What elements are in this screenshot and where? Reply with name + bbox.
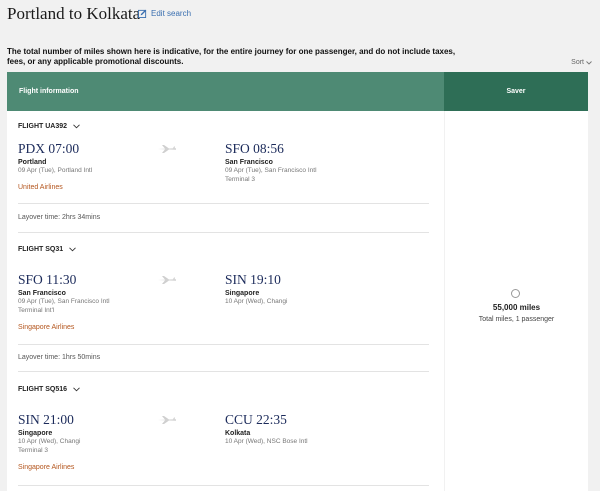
arrival-city: Singapore: [225, 290, 260, 297]
divider: [18, 371, 429, 372]
arrival-detail: 10 Apr (Wed), NSC Bose Intl: [225, 438, 308, 445]
departure-detail: 09 Apr (Tue), San Francisco Intl: [18, 298, 110, 305]
plane-icon: [158, 416, 176, 424]
itinerary-panel: FLIGHT UA392 PDX 07:00 Portland 09 Apr (…: [7, 111, 444, 491]
results-header: Flight information Saver: [7, 72, 588, 111]
edit-search-link[interactable]: Edit search: [138, 9, 191, 18]
chevron-down-icon: [586, 60, 592, 65]
page-title: Portland to Kolkata: [7, 4, 141, 23]
flight-number: FLIGHT SQ31: [18, 246, 64, 253]
divider: [18, 344, 429, 345]
divider: [18, 485, 429, 486]
departure-city: San Francisco: [18, 290, 66, 297]
chevron-down-icon: [69, 247, 76, 252]
departure-city: Singapore: [18, 430, 53, 437]
departure-detail: 10 Apr (Wed), Changi: [18, 438, 81, 445]
flight-segment: FLIGHT UA392: [18, 123, 429, 130]
edit-icon: [138, 9, 147, 18]
fare-miles: 55,000 miles: [492, 303, 541, 312]
chevron-down-icon: [73, 387, 80, 392]
flight-number-toggle[interactable]: FLIGHT UA392: [18, 123, 429, 130]
miles-notice: The total number of miles shown here is …: [7, 47, 456, 66]
saver-fare-column: 55,000 miles Total miles, 1 passenger: [445, 111, 588, 491]
departure-detail: 09 Apr (Tue), Portland Intl: [18, 167, 93, 174]
arrival-city: Kolkata: [225, 430, 251, 437]
arrival-city: San Francisco: [225, 159, 273, 166]
plane-icon: [158, 276, 176, 284]
divider: [18, 203, 429, 204]
operating-airline: Singapore Airlines: [18, 324, 75, 331]
arrival-detail: 09 Apr (Tue), San Francisco Intl: [225, 167, 317, 174]
arrival-terminal: Terminal 3: [225, 176, 255, 183]
arrival-time: SIN 19:10: [225, 272, 281, 287]
operating-airline: United Airlines: [18, 184, 63, 191]
edit-search-label: Edit search: [151, 9, 192, 18]
arrival-detail: 10 Apr (Wed), Changi: [225, 298, 288, 305]
arrival: SIN 19:10 Singapore 10 Apr (Wed), Changi: [225, 272, 405, 306]
departure-terminal: Terminal 3: [18, 447, 48, 454]
arrival-time: SFO 08:56: [225, 141, 284, 156]
flight-number-toggle[interactable]: FLIGHT SQ31: [18, 246, 429, 253]
saver-fare-header[interactable]: Saver: [444, 72, 588, 111]
arrival-time: CCU 22:35: [225, 412, 287, 427]
departure-city: Portland: [18, 159, 47, 166]
arrival: SFO 08:56 San Francisco 09 Apr (Tue), Sa…: [225, 141, 405, 184]
sort-label: Sort: [571, 59, 584, 66]
departure-terminal: Terminal Int'l: [18, 307, 55, 314]
flight-number: FLIGHT SQ516: [18, 386, 68, 393]
flight-number-toggle[interactable]: FLIGHT SQ516: [18, 386, 429, 393]
chevron-down-icon: [73, 124, 80, 129]
fare-miles-caption: Total miles, 1 passenger: [478, 316, 555, 323]
sort-dropdown[interactable]: Sort: [571, 59, 592, 66]
flight-segment: FLIGHT SQ516: [18, 386, 429, 393]
arrival: CCU 22:35 Kolkata 10 Apr (Wed), NSC Bose…: [225, 412, 405, 446]
flight-information-header: Flight information: [7, 72, 444, 111]
saver-fare-radio[interactable]: [511, 289, 520, 298]
layover-time: Layover time: 2hrs 34mins: [18, 214, 101, 221]
flight-segment: FLIGHT SQ31: [18, 246, 429, 253]
divider: [18, 232, 429, 233]
layover-time: Layover time: 1hrs 50mins: [18, 354, 101, 361]
plane-icon: [158, 145, 176, 153]
operating-airline: Singapore Airlines: [18, 464, 75, 471]
flight-number: FLIGHT UA392: [18, 123, 68, 130]
